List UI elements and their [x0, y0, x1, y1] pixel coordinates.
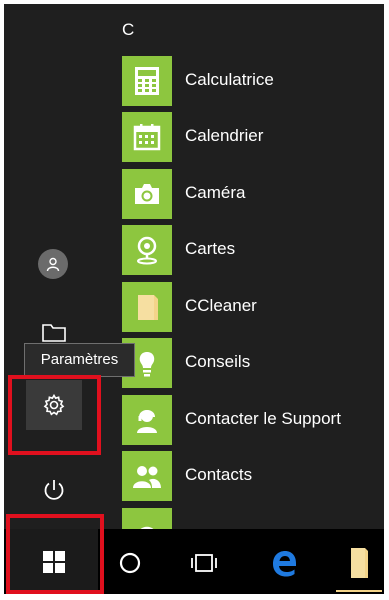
start-menu-window: C Calculatrice Calendrier Caméra Cartes …	[4, 4, 384, 594]
user-avatar-icon[interactable]	[38, 249, 68, 279]
app-tile-partial	[122, 508, 172, 529]
app-label: CCleaner	[185, 296, 257, 315]
power-icon[interactable]	[38, 474, 70, 506]
documents-folder-icon[interactable]	[38, 322, 70, 344]
app-label: Conseils	[185, 352, 251, 371]
folder-icon	[122, 282, 172, 332]
app-item-ccleaner[interactable]: CCleaner	[122, 282, 384, 332]
file-explorer-button[interactable]	[334, 529, 384, 594]
app-label: Caméra	[185, 183, 246, 202]
task-view-icon[interactable]	[182, 541, 226, 585]
calendar-icon	[122, 112, 172, 162]
app-item-calculatrice[interactable]: Calculatrice	[122, 56, 384, 106]
app-item-conseils[interactable]: Conseils	[122, 338, 384, 388]
calculator-icon	[122, 56, 172, 106]
app-item-calendrier[interactable]: Calendrier	[122, 112, 384, 162]
app-label: Contacts	[185, 465, 253, 484]
app-list[interactable]: C Calculatrice Calendrier Caméra Cartes …	[110, 4, 384, 529]
section-letter-c[interactable]: C	[122, 20, 134, 40]
cortana-circle-icon[interactable]	[108, 541, 152, 585]
settings-tooltip: Paramètres	[24, 343, 135, 377]
app-label: Cartes	[185, 239, 236, 258]
edge-icon[interactable]	[262, 541, 306, 585]
support-person-icon	[122, 395, 172, 445]
running-indicator	[336, 590, 382, 592]
app-item-partial[interactable]	[122, 508, 384, 529]
settings-highlight-box	[8, 375, 101, 455]
app-label: Calculatrice	[185, 70, 274, 89]
app-item-contacts[interactable]: Contacts	[122, 451, 384, 501]
app-label: Contacter le Support	[185, 409, 341, 428]
file-explorer-icon	[347, 544, 371, 580]
app-item-camera[interactable]: Caméra	[122, 169, 384, 219]
app-item-cartes[interactable]: Cartes	[122, 225, 384, 275]
map-pin-icon	[122, 225, 172, 275]
app-item-contacter-le-support[interactable]: Contacter le Support	[122, 395, 384, 445]
app-label: Calendrier	[185, 126, 264, 145]
people-icon	[122, 451, 172, 501]
start-button-highlight-box	[6, 514, 104, 594]
camera-icon	[122, 169, 172, 219]
